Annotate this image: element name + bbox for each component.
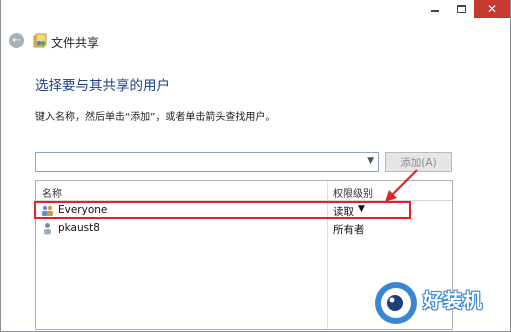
back-arrow-icon: ← xyxy=(12,34,21,46)
title-bar: ✕ xyxy=(1,0,510,20)
close-button[interactable]: ✕ xyxy=(474,0,510,18)
navigation-bar: ← 文件共享 xyxy=(1,26,510,56)
minimize-icon xyxy=(431,10,439,12)
watermark-logo-icon xyxy=(375,282,417,324)
site-watermark: 好装机 xyxy=(373,280,509,328)
chevron-down-icon[interactable]: ▼ xyxy=(367,156,374,166)
maximize-icon xyxy=(456,5,466,13)
instruction-text: 键入名称，然后单击“添加”，或者单击箭头查找用户。 xyxy=(35,112,276,123)
annotation-highlight-box xyxy=(34,201,411,219)
column-header-name[interactable]: 名称 xyxy=(42,185,62,200)
user-icon xyxy=(44,223,51,235)
user-name-input[interactable] xyxy=(36,153,356,171)
table-row[interactable]: pkaust8 所有者 xyxy=(36,220,452,237)
close-icon: ✕ xyxy=(486,2,498,16)
page-heading: 选择要与其共享的用户 xyxy=(35,78,170,94)
file-share-icon xyxy=(33,33,47,48)
annotation-arrow-icon xyxy=(385,169,418,202)
permission-level-cell: 所有者 xyxy=(333,224,365,236)
maximize-button[interactable] xyxy=(448,0,474,18)
watermark-text: 好装机 xyxy=(423,290,484,312)
minimize-button[interactable] xyxy=(422,0,448,18)
column-header-permission[interactable]: 权限级别 xyxy=(333,185,373,200)
file-sharing-window: ✕ ← 文件共享 选择要与其共享的用户 键入名称，然后单击“添加”，或者单击箭头… xyxy=(0,0,511,332)
window-title: 文件共享 xyxy=(51,36,100,50)
back-button[interactable]: ← xyxy=(9,33,24,48)
user-name-combobox[interactable]: ▼ xyxy=(35,152,379,172)
user-name-cell: pkaust8 xyxy=(58,222,100,234)
